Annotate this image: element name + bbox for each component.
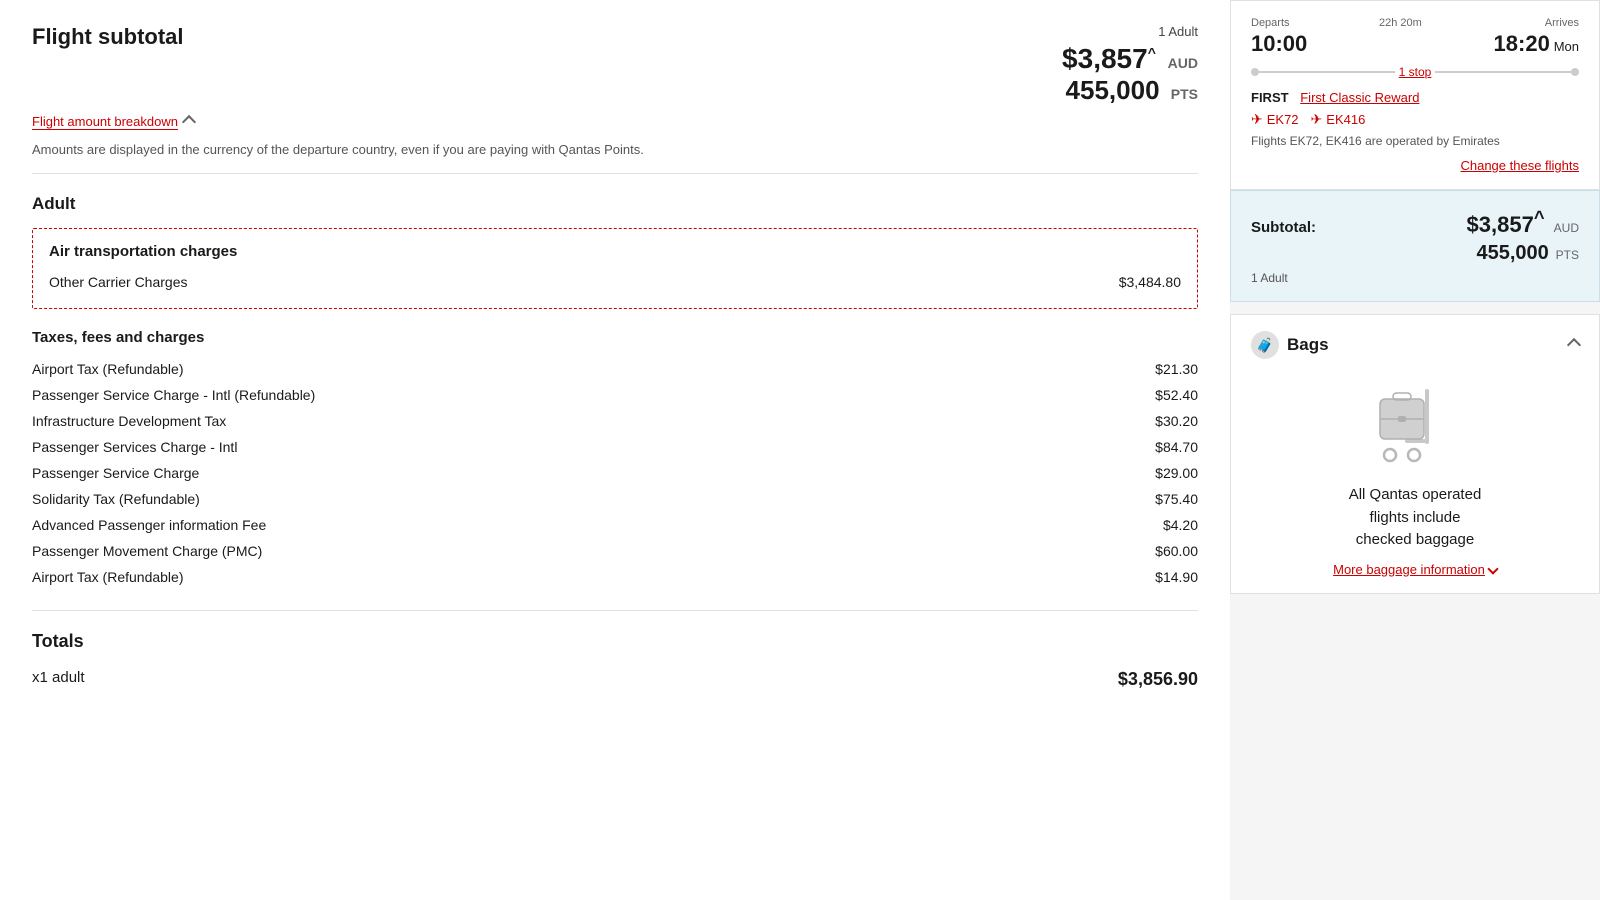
subtotal-adult: 1 Adult <box>1251 271 1579 285</box>
subtotal-pts-label: PTS <box>1556 248 1579 262</box>
total-row: x1 adult $3,856.90 <box>32 664 1198 695</box>
baggage-info-link[interactable]: More baggage information <box>1251 562 1579 577</box>
arrives-day: Mon <box>1554 39 1579 54</box>
subtotal-label: Subtotal: <box>1251 219 1316 236</box>
adult-section-title: Adult <box>32 194 1198 214</box>
luggage-illustration <box>1251 379 1579 472</box>
flight-class-first: FIRST <box>1251 90 1289 105</box>
line-segment-2 <box>1435 71 1571 73</box>
price-pts: 455,000 PTS <box>1062 75 1198 106</box>
plane-icon-1: ✈ <box>1251 111 1263 128</box>
bags-description: All Qantas operatedflights includechecke… <box>1251 484 1579 552</box>
class-type-link[interactable]: First Classic Reward <box>1300 90 1419 105</box>
bags-title: Bags <box>1287 335 1329 355</box>
taxes-list: Airport Tax (Refundable)$21.30Passenger … <box>32 356 1198 590</box>
tax-row-1: Passenger Service Charge - Intl (Refunda… <box>32 382 1198 408</box>
chevron-down-icon <box>1487 564 1498 575</box>
tax-row-8: Airport Tax (Refundable)$14.90 <box>32 564 1198 590</box>
page-title: Flight subtotal <box>32 24 184 50</box>
flight-code-1: ✈ EK72 <box>1251 111 1299 128</box>
tax-row-0: Airport Tax (Refundable)$21.30 <box>32 356 1198 382</box>
totals-title: Totals <box>32 631 1198 652</box>
stop-link[interactable]: 1 stop <box>1399 65 1432 79</box>
tax-row-5: Solidarity Tax (Refundable)$75.40 <box>32 486 1198 512</box>
air-transport-title: Air transportation charges <box>49 243 1181 260</box>
charge-label: Other Carrier Charges <box>49 274 188 290</box>
departure-dot <box>1251 68 1259 76</box>
adult-count: 1 Adult <box>1062 24 1198 39</box>
air-transport-box: Air transportation charges Other Carrier… <box>32 228 1198 309</box>
operated-by: Flights EK72, EK416 are operated by Emir… <box>1251 134 1579 148</box>
stop-line: 1 stop <box>1251 65 1579 79</box>
tax-row-7: Passenger Movement Charge (PMC)$60.00 <box>32 538 1198 564</box>
bags-chevron-up-icon[interactable] <box>1567 338 1581 352</box>
bags-icon: 🧳 <box>1251 331 1279 359</box>
charge-amount: $3,484.80 <box>1119 274 1181 290</box>
arrival-dot <box>1571 68 1579 76</box>
departs-time: 10:00 <box>1251 31 1307 56</box>
departs-label: Departs <box>1251 17 1307 29</box>
duration-label: 22h 20m <box>1379 17 1422 29</box>
divider <box>32 610 1198 611</box>
flight-card: Departs 10:00 22h 20m Arrives 18:20 Mon … <box>1230 0 1600 190</box>
flight-code-2: ✈ EK416 <box>1311 111 1366 128</box>
breakdown-link[interactable]: Flight amount breakdown <box>32 114 178 130</box>
arrives-label: Arrives <box>1494 17 1579 29</box>
tax-row-6: Advanced Passenger information Fee$4.20 <box>32 512 1198 538</box>
subtotal-currency: AUD <box>1554 221 1579 235</box>
tax-row-3: Passenger Services Charge - Intl$84.70 <box>32 434 1198 460</box>
line-segment-1 <box>1259 71 1395 73</box>
plane-icon-2: ✈ <box>1311 111 1323 128</box>
subtotal-price: $3,857^ <box>1467 212 1551 237</box>
tax-row-4: Passenger Service Charge$29.00 <box>32 460 1198 486</box>
change-flights-link[interactable]: Change these flights <box>1251 158 1579 173</box>
price-pts-row: 455,000 PTS <box>1062 75 1198 106</box>
subtotal-card: Subtotal: $3,857^ AUD 455,000 PTS 1 Adul… <box>1230 190 1600 302</box>
total-label: x1 adult <box>32 669 85 690</box>
flight-codes: ✈ EK72 ✈ EK416 <box>1251 111 1579 128</box>
bags-card: 🧳 Bags <box>1230 314 1600 594</box>
total-amount: $3,856.90 <box>1118 669 1198 690</box>
tax-row-2: Infrastructure Development Tax$30.20 <box>32 408 1198 434</box>
price-aud: $3,857^ AUD <box>1062 43 1198 75</box>
chevron-up-icon <box>182 115 196 129</box>
charge-row: Other Carrier Charges $3,484.80 <box>49 270 1181 294</box>
taxes-title: Taxes, fees and charges <box>32 329 1198 346</box>
arrives-time: 18:20 <box>1494 31 1550 56</box>
notice-text: Amounts are displayed in the currency of… <box>32 142 1198 174</box>
subtotal-pts: 455,000 <box>1476 242 1548 264</box>
